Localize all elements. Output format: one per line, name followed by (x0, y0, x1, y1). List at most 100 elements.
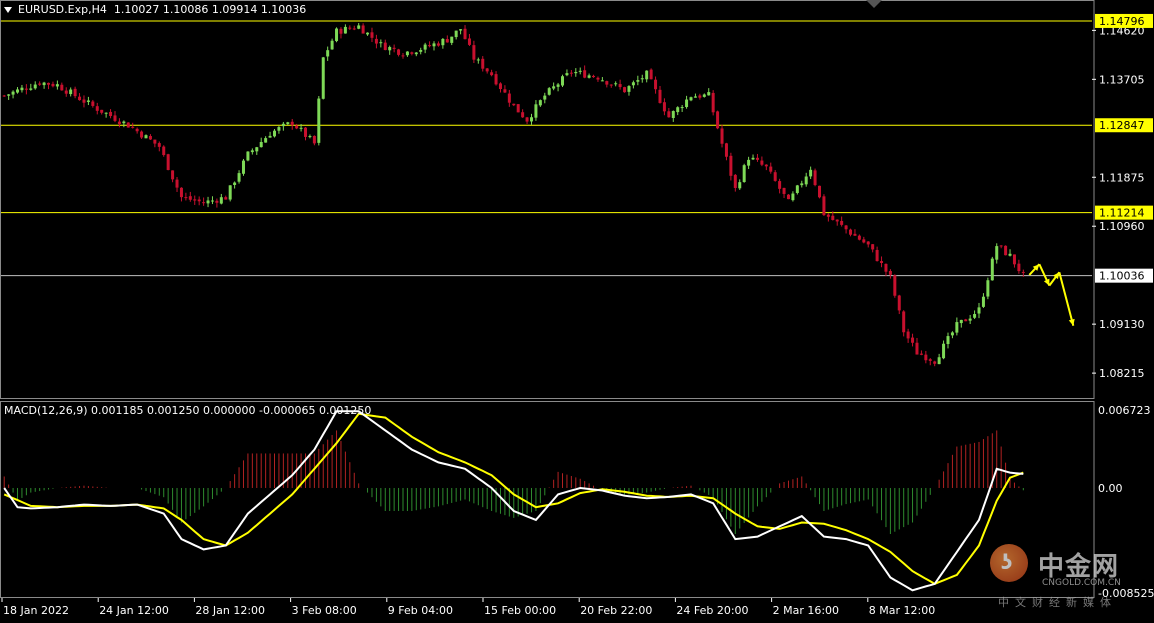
bull-candle (414, 52, 418, 55)
bear-candle (481, 58, 485, 69)
bear-candle (304, 127, 308, 137)
bear-candle (361, 25, 365, 34)
bear-candle (769, 166, 773, 172)
time-axis-label: 20 Feb 22:00 (580, 604, 652, 617)
bear-candle (113, 115, 117, 121)
bull-candle (804, 176, 808, 185)
bear-candle (410, 52, 414, 54)
bull-candle (255, 147, 259, 152)
bear-candle (835, 219, 839, 222)
bear-candle (592, 75, 596, 78)
bear-candle (117, 121, 121, 124)
bear-candle (857, 235, 861, 240)
bear-candle (911, 337, 915, 343)
bear-candle (764, 164, 768, 167)
bull-candle (459, 29, 463, 31)
bear-candle (507, 93, 511, 103)
bear-candle (583, 70, 587, 78)
bear-candle (197, 199, 201, 202)
bull-candle (264, 138, 268, 143)
bull-candle (281, 123, 285, 127)
bear-candle (490, 72, 494, 76)
bull-candle (219, 197, 223, 204)
bull-candle (981, 296, 985, 307)
bull-candle (104, 112, 108, 114)
bull-candle (69, 89, 73, 95)
bear-candle (919, 353, 923, 355)
bear-candle (428, 45, 432, 47)
bull-candle (685, 99, 689, 108)
bear-candle (512, 103, 516, 106)
level-label-value: 1.12847 (1099, 119, 1145, 132)
macd-header: MACD(12,26,9) 0.001185 0.001250 0.000000… (4, 404, 372, 417)
time-axis-label: 3 Feb 08:00 (292, 604, 357, 617)
bear-candle (928, 359, 932, 361)
bull-candle (250, 150, 254, 153)
bear-candle (755, 157, 759, 160)
bear-candle (826, 214, 830, 217)
bull-candle (122, 121, 126, 124)
bear-candle (153, 139, 157, 144)
time-axis-label: 28 Jan 12:00 (195, 604, 265, 617)
bull-candle (299, 127, 303, 129)
bear-candle (202, 202, 206, 204)
bull-candle (795, 185, 799, 193)
bear-candle (126, 122, 130, 128)
bull-candle (565, 73, 569, 76)
symbol-header: EURUSD.Exp,H4 1.10027 1.10086 1.09914 1.… (4, 3, 306, 16)
level-label-value: 1.10036 (1099, 270, 1145, 283)
bear-candle (148, 136, 152, 140)
bull-candle (246, 151, 250, 161)
bear-candle (618, 84, 622, 88)
time-axis-label: 8 Mar 12:00 (869, 604, 935, 617)
bull-candle (676, 107, 680, 113)
bull-candle (561, 76, 565, 86)
bear-candle (100, 109, 104, 113)
bull-candle (693, 96, 697, 98)
bull-candle (237, 173, 241, 182)
time-axis-label: 18 Jan 2022 (3, 604, 69, 617)
bull-candle (791, 193, 795, 201)
bear-candle (188, 196, 192, 200)
bear-candle (516, 104, 520, 113)
bull-candle (423, 44, 427, 50)
bull-candle (578, 70, 582, 72)
bull-candle (441, 38, 445, 46)
bear-candle (596, 77, 600, 80)
bull-candle (33, 84, 37, 89)
bear-candle (623, 87, 627, 93)
bull-candle (627, 86, 631, 92)
bear-candle (179, 187, 183, 198)
chart-canvas[interactable]: 1.146201.137051.118751.109601.091301.082… (0, 0, 1154, 619)
bull-candle (977, 307, 981, 314)
bear-candle (658, 89, 662, 103)
bull-candle (432, 43, 436, 47)
bear-candle (933, 361, 937, 364)
bull-candle (1008, 253, 1012, 256)
bear-candle (760, 160, 764, 165)
macd-tick-label: 0.00 (1098, 482, 1123, 495)
trading-chart[interactable]: 1.14620 1.13705 1.11875 1.10960 1.09130 1.082… (0, 0, 1154, 619)
bear-candle (778, 181, 782, 189)
bear-candle (82, 99, 86, 103)
bull-candle (308, 136, 312, 138)
bull-candle (631, 82, 635, 86)
bear-candle (786, 194, 790, 200)
bull-candle (29, 88, 33, 90)
bear-candle (853, 233, 857, 236)
bear-candle (38, 83, 42, 85)
bull-candle (534, 104, 538, 118)
bear-candle (773, 172, 777, 181)
bull-candle (454, 30, 458, 38)
bear-candle (711, 92, 715, 113)
bull-candle (268, 135, 272, 138)
bear-candle (157, 143, 161, 147)
dropdown-triangle-icon[interactable] (4, 7, 12, 13)
bull-candle (86, 100, 90, 102)
bear-candle (521, 112, 525, 118)
price-tick-label: 1.10960 (1099, 220, 1145, 233)
time-axis-label: 9 Feb 04:00 (388, 604, 453, 617)
bull-candle (738, 182, 742, 189)
bull-candle (388, 47, 392, 51)
bull-candle (614, 83, 618, 85)
